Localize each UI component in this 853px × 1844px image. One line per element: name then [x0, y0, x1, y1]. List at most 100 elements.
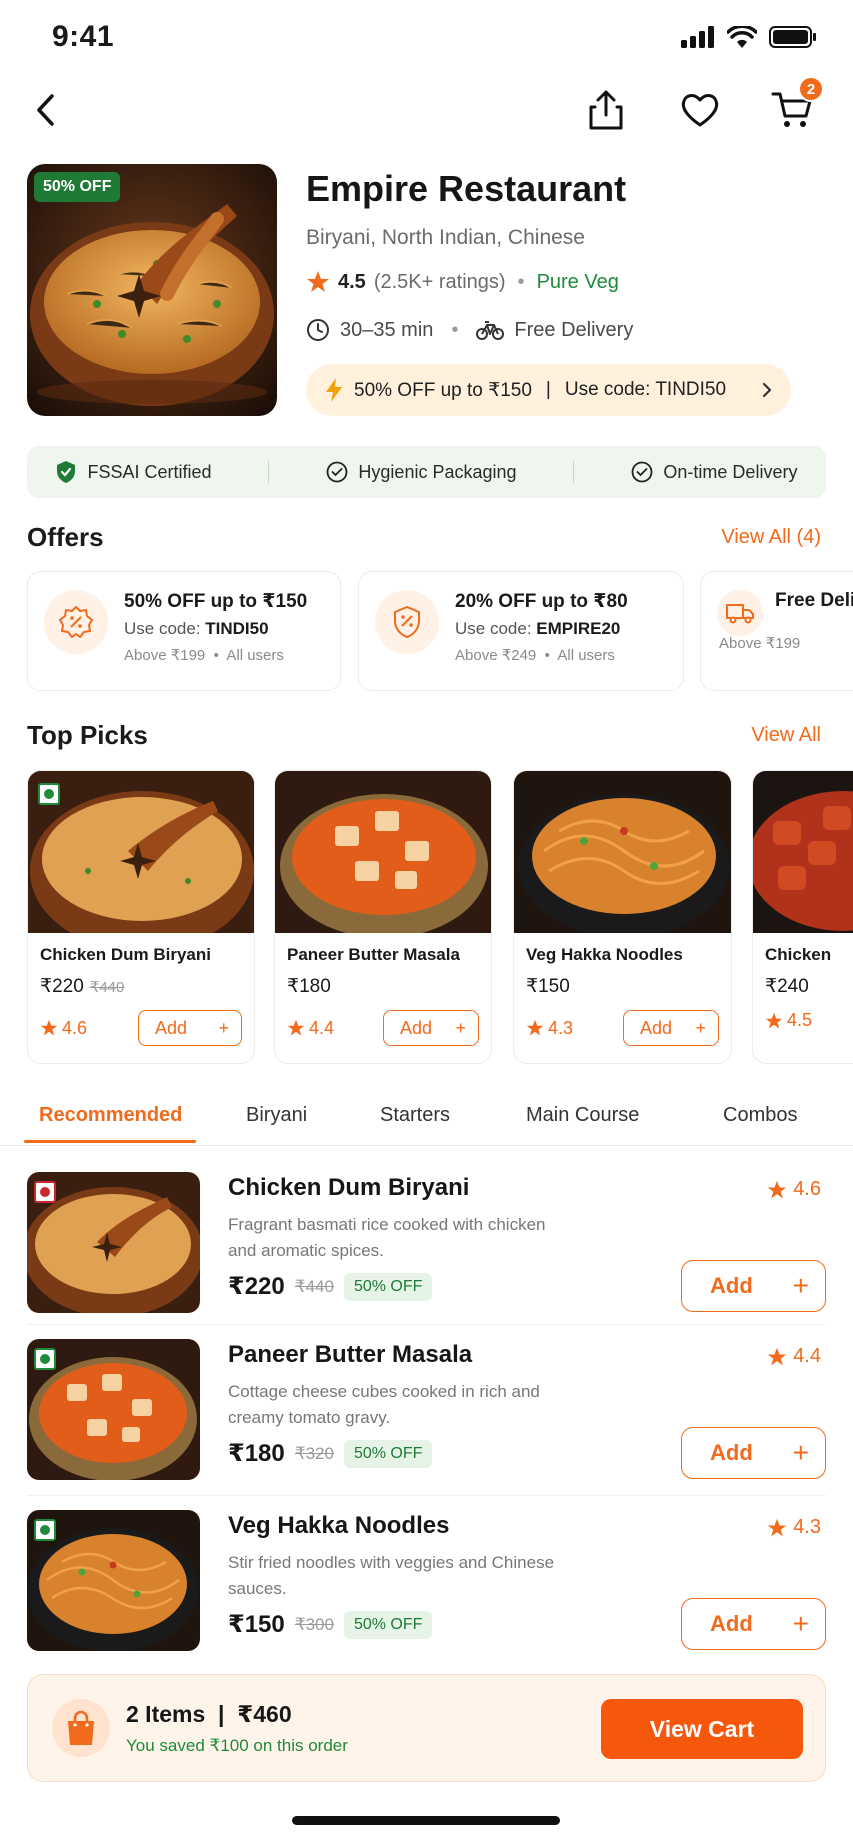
menu-item-image — [27, 1510, 200, 1651]
menu-item-price: ₹180 — [228, 1440, 285, 1467]
top-picks-view-all[interactable]: View All — [751, 724, 821, 747]
promo-code: Use code: TINDI50 — [564, 379, 727, 400]
pick-image — [514, 771, 731, 938]
star-icon — [40, 1019, 58, 1036]
offer-card[interactable]: Free Deli Above ₹199 — [700, 571, 853, 691]
favorite-button[interactable] — [674, 84, 726, 136]
trust-divider — [268, 461, 270, 483]
dot-separator: • — [517, 270, 525, 293]
pick-price-line: ₹220 ₹440 — [40, 975, 242, 998]
pick-price: ₹150 — [526, 976, 570, 997]
pick-card[interactable]: Veg Hakka Noodles ₹150 4.3 Add + — [513, 770, 732, 1064]
offer-title: Free Deli — [775, 590, 853, 611]
tab-recommended[interactable]: Recommended — [39, 1104, 182, 1127]
menu-item-price-row: ₹180 ₹320 50% OFF — [228, 1439, 433, 1468]
offer-users: All users — [226, 647, 284, 664]
menu-item-price-row: ₹220 ₹440 50% OFF — [228, 1272, 433, 1301]
menu-item[interactable]: Veg Hakka Noodles Stir fried noodles wit… — [0, 1510, 853, 1680]
add-label: Add — [640, 1017, 673, 1038]
promo-banner[interactable]: 50% OFF up to ₹150 | Use code: TINDI50 — [306, 364, 791, 416]
add-button[interactable]: Add + — [681, 1260, 826, 1312]
discount-badge: 50% OFF — [343, 1610, 433, 1639]
delivery-time: 30–35 min — [340, 318, 434, 341]
add-button[interactable]: Add + — [681, 1427, 826, 1479]
view-cart-button[interactable]: View Cart — [601, 1699, 803, 1759]
pick-rating: 4.6 — [40, 1018, 87, 1039]
rating-value: 4.3 — [793, 1516, 821, 1538]
wifi-icon — [727, 26, 757, 48]
cart-button[interactable]: 2 — [766, 76, 824, 136]
delivery-fee: Free Delivery — [514, 318, 634, 341]
tab-combos[interactable]: Combos — [723, 1104, 797, 1127]
pick-old-price: ₹440 — [89, 979, 125, 996]
menu-item-name: Paneer Butter Masala — [228, 1341, 473, 1368]
back-button[interactable] — [20, 84, 72, 136]
rating-value: 4.3 — [548, 1017, 574, 1038]
tab-biryani[interactable]: Biryani — [246, 1104, 307, 1127]
menu-item[interactable]: Paneer Butter Masala Cottage cheese cube… — [0, 1339, 853, 1509]
menu-item-rating: 4.4 — [767, 1345, 821, 1368]
pure-veg-label: Pure Veg — [536, 270, 619, 293]
menu-item-price: ₹220 — [228, 1273, 285, 1300]
menu-item-image — [27, 1172, 200, 1313]
menu-item-old-price: ₹300 — [294, 1614, 334, 1634]
pick-card[interactable]: Chicken Dum Biryani ₹220 ₹440 4.6 Add + — [27, 770, 255, 1064]
trust-bar: FSSAI Certified Hygienic Packaging On-ti… — [27, 446, 826, 498]
home-indicator — [292, 1816, 560, 1825]
plus-icon: + — [218, 1017, 229, 1038]
add-label: Add — [710, 1611, 753, 1636]
cart-savings: You saved ₹100 on this order — [126, 1735, 348, 1755]
check-circle-icon — [632, 461, 653, 483]
offers-view-all[interactable]: View All (4) — [721, 526, 821, 549]
pick-price: ₹240 — [765, 976, 809, 997]
star-icon — [307, 271, 329, 292]
offer-card[interactable]: 20% OFF up to ₹80 Use code: EMPIRE20 Abo… — [358, 571, 684, 691]
pick-rating: 4.4 — [287, 1018, 334, 1039]
cart-summary: 2 Items | ₹460 — [126, 1700, 292, 1727]
active-tab-indicator — [24, 1140, 196, 1143]
offer-min: Above ₹249 — [455, 647, 537, 664]
pick-image — [275, 771, 491, 938]
discount-badge: 50% OFF — [343, 1439, 433, 1468]
offer-title: 50% OFF up to ₹150 — [124, 591, 308, 612]
tab-starters[interactable]: Starters — [380, 1104, 450, 1127]
trust-label: Hygienic Packaging — [358, 461, 517, 482]
offer-code: TINDI50 — [205, 619, 269, 638]
add-button[interactable]: Add + — [383, 1010, 479, 1046]
clock-icon — [307, 319, 329, 341]
status-icons — [681, 26, 817, 48]
offer-title: 20% OFF up to ₹80 — [455, 591, 628, 612]
veg-indicator-icon — [34, 1348, 56, 1370]
pick-price: ₹180 — [287, 976, 331, 997]
trust-divider — [573, 461, 575, 483]
star-icon — [768, 1347, 787, 1365]
tab-main-course[interactable]: Main Course — [526, 1104, 639, 1127]
add-label: Add — [710, 1440, 753, 1465]
trust-delivery: On-time Delivery — [631, 461, 797, 483]
menu-item-rating: 4.3 — [767, 1516, 821, 1539]
pick-card[interactable]: Chicken ₹240 4.5 — [752, 770, 853, 1064]
star-icon — [287, 1019, 305, 1036]
offer-card[interactable]: 50% OFF up to ₹150 Use code: TINDI50 Abo… — [27, 571, 341, 691]
pick-card[interactable]: Paneer Butter Masala ₹180 4.4 Add + — [274, 770, 492, 1064]
add-button[interactable]: Add + — [623, 1010, 719, 1046]
plus-icon: + — [792, 1437, 809, 1468]
signal-icon — [681, 26, 714, 48]
menu-item[interactable]: Chicken Dum Biryani Fragrant basmati ric… — [0, 1172, 853, 1342]
offers-title: Offers — [27, 522, 104, 552]
restaurant-name: Empire Restaurant — [306, 168, 627, 209]
veg-indicator-icon — [38, 783, 60, 805]
add-label: Add — [155, 1017, 188, 1038]
pick-name: Veg Hakka Noodles — [526, 945, 683, 964]
add-button[interactable]: Add + — [681, 1598, 826, 1650]
offer-users: All users — [557, 647, 615, 664]
offer-badge-icon — [44, 590, 108, 654]
add-button[interactable]: Add + — [138, 1010, 242, 1046]
trust-label: On-time Delivery — [663, 461, 798, 482]
menu-item-name: Veg Hakka Noodles — [228, 1512, 450, 1539]
share-button[interactable] — [580, 84, 632, 136]
top-picks-title: Top Picks — [27, 720, 148, 750]
menu-item-rating: 4.6 — [767, 1178, 821, 1201]
cart-bar[interactable]: 2 Items | ₹460 You saved ₹100 on this or… — [27, 1674, 826, 1782]
pick-rating: 4.3 — [526, 1018, 573, 1039]
